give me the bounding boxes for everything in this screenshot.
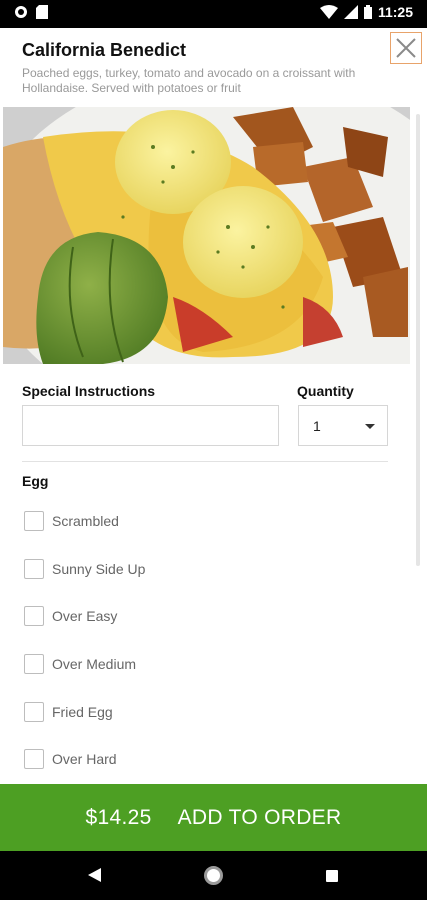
add-to-order-label: ADD TO ORDER [177, 805, 342, 829]
special-instructions-input[interactable] [22, 405, 279, 446]
dropdown-caret-icon [365, 424, 375, 429]
back-icon[interactable] [88, 868, 101, 882]
item-description: Poached eggs, turkey, tomato and avocado… [22, 66, 356, 95]
option-label: Fried Egg [52, 704, 113, 720]
egg-option-over-medium[interactable]: Over Medium [24, 652, 324, 676]
egg-group-label: Egg [22, 473, 49, 489]
recents-icon[interactable] [326, 870, 338, 882]
checkbox[interactable] [24, 511, 44, 531]
checkbox[interactable] [24, 559, 44, 579]
item-title: California Benedict [22, 40, 187, 60]
checkbox[interactable] [24, 749, 44, 769]
checkbox[interactable] [24, 654, 44, 674]
notification-dot-icon [15, 6, 27, 18]
checkbox[interactable] [24, 702, 44, 722]
special-instructions-label: Special Instructions [22, 383, 156, 399]
wifi-icon [319, 5, 338, 19]
quantity-value: 1 [313, 418, 321, 434]
order-price: $14.25 [85, 805, 152, 829]
close-icon [396, 38, 416, 58]
option-label: Sunny Side Up [52, 561, 146, 577]
status-system: 11:25 [319, 4, 413, 20]
home-icon[interactable] [204, 866, 223, 885]
signal-icon [343, 5, 358, 19]
egg-option-scrambled[interactable]: Scrambled [24, 509, 324, 533]
egg-option-over-hard[interactable]: Over Hard [24, 747, 324, 771]
option-label: Over Hard [52, 751, 117, 767]
egg-option-over-easy[interactable]: Over Easy [24, 604, 324, 628]
checkbox[interactable] [24, 606, 44, 626]
scrollbar[interactable] [416, 114, 420, 566]
option-label: Over Easy [52, 608, 118, 624]
sd-card-icon [36, 5, 48, 19]
battery-icon [363, 5, 372, 19]
item-detail-sheet: California Benedict Poached eggs, turkey… [0, 28, 427, 784]
status-time: 11:25 [377, 4, 413, 20]
egg-option-sunny-side-up[interactable]: Sunny Side Up [24, 557, 324, 581]
system-nav-bar [0, 851, 427, 900]
item-photo [3, 107, 410, 364]
add-to-order-button[interactable]: $14.25 ADD TO ORDER [0, 784, 427, 851]
quantity-label: Quantity [297, 383, 354, 399]
close-button[interactable] [390, 32, 422, 64]
status-bar: 11:25 [0, 0, 427, 28]
egg-option-fried-egg[interactable]: Fried Egg [24, 700, 324, 724]
quantity-select[interactable]: 1 [298, 405, 388, 446]
status-notifications [14, 5, 48, 19]
divider [22, 461, 388, 462]
option-label: Over Medium [52, 656, 137, 672]
option-label: Scrambled [52, 513, 119, 529]
